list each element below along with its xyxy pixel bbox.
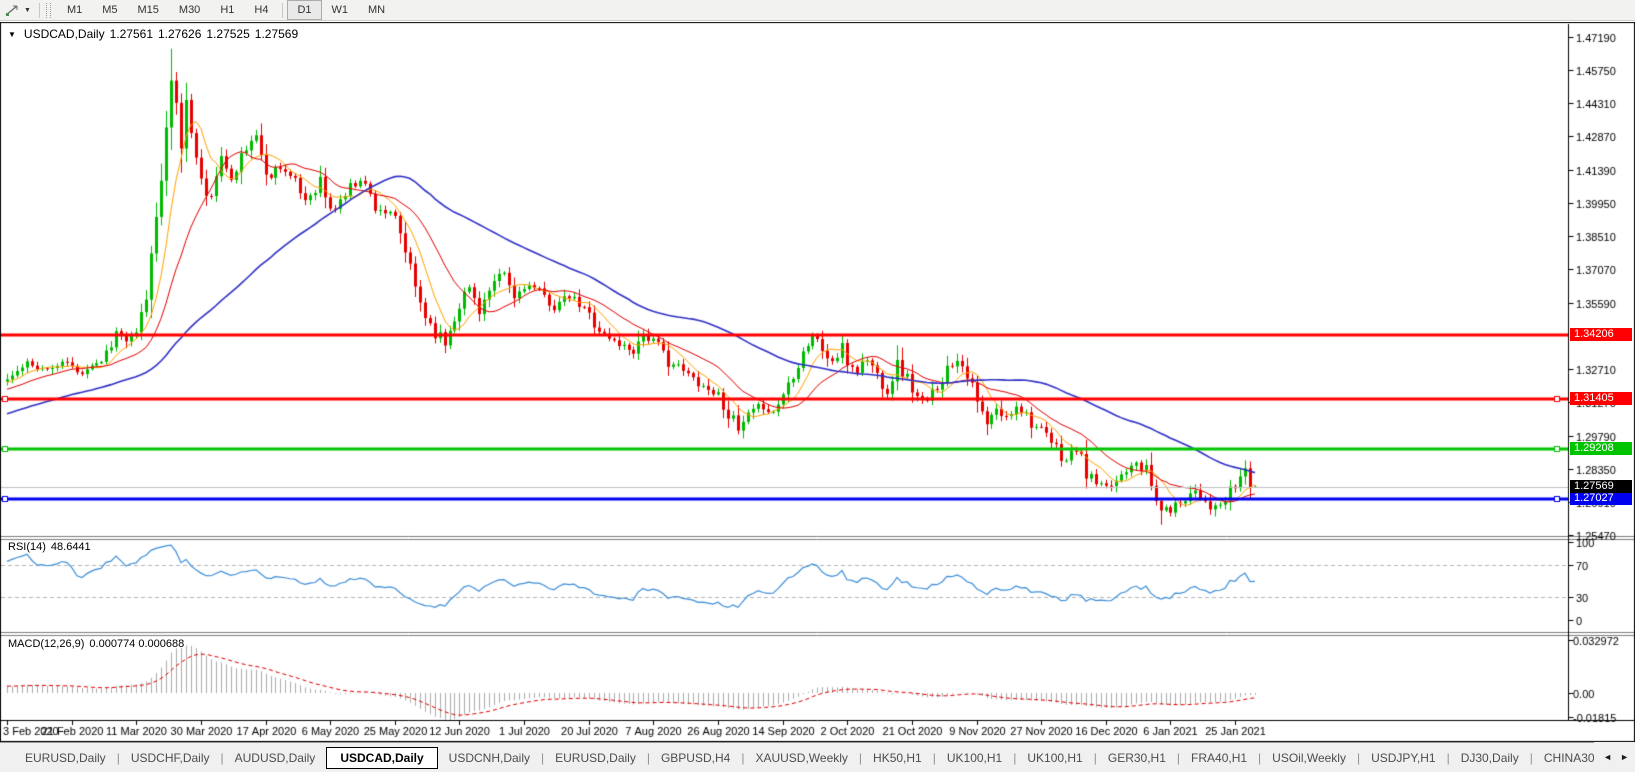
tab-usdcad-daily[interactable]: USDCAD,Daily xyxy=(326,746,438,769)
timeframe-toolbar: ▼ M1 M5 M15 M30 H1 H4 D1 W1 MN xyxy=(0,0,1635,21)
tab-xauusd-weekly[interactable]: XAUUSD,Weekly xyxy=(744,748,858,768)
toolbar-drag-grip[interactable] xyxy=(45,2,51,18)
toolbar-separator xyxy=(38,2,40,18)
rsi-value: 48.6441 xyxy=(50,541,91,553)
rsi-name: RSI(14) xyxy=(8,541,46,553)
level-price-label-1.27027: 1.27027 xyxy=(1570,492,1632,505)
tab-scroll-right-icon[interactable]: ► xyxy=(1620,752,1629,762)
symbol-tabs: EURUSD,Daily | USDCHF,Daily | AUDUSD,Daily US… xyxy=(14,746,1635,769)
timeframe-button-m30[interactable]: M30 xyxy=(169,0,210,20)
tab-scroll-left-icon[interactable]: ◄ xyxy=(1603,752,1612,762)
tab-ger30-h1[interactable]: GER30,H1 xyxy=(1097,748,1177,768)
tab-eurusd-daily[interactable]: EURUSD,Daily xyxy=(544,748,647,768)
timeframe-button-w1[interactable]: W1 xyxy=(322,0,359,20)
timeframe-button-m15[interactable]: M15 xyxy=(128,0,169,20)
tab-hk50-h1[interactable]: HK50,H1 xyxy=(862,748,933,768)
tab-gbpusd-h4[interactable]: GBPUSD,H4 xyxy=(650,748,741,768)
macd-values: 0.000774 0.000688 xyxy=(89,638,185,650)
current-price-label: 1.27569 xyxy=(1570,480,1632,493)
timeframe-button-h1[interactable]: H1 xyxy=(210,0,244,20)
macd-name: MACD(12,26,9) xyxy=(8,638,85,650)
symbol-timeframe-title: USDCAD,Daily xyxy=(23,27,105,41)
trendline-tool-icon[interactable] xyxy=(4,3,22,18)
ohlc-high: 1.27626 xyxy=(158,27,202,41)
rsi-indicator-label: RSI(14) 48.6441 xyxy=(8,541,96,553)
timeframe-button-h4[interactable]: H4 xyxy=(244,0,278,20)
timeframe-button-m5[interactable]: M5 xyxy=(92,0,127,20)
tab-usoil-weekly[interactable]: USOil,Weekly xyxy=(1261,748,1357,768)
price-chart-canvas[interactable] xyxy=(0,22,1635,742)
toolbar-separator xyxy=(282,2,284,18)
tab-usdjpy-h1[interactable]: USDJPY,H1 xyxy=(1360,748,1446,768)
level-price-label-1.29208: 1.29208 xyxy=(1570,442,1632,455)
tab-fra40-h1[interactable]: FRA40,H1 xyxy=(1180,748,1258,768)
macd-indicator-label: MACD(12,26,9) 0.000774 0.000688 xyxy=(8,638,189,650)
tab-uk100-h1[interactable]: UK100,H1 xyxy=(936,748,1013,768)
level-price-label-1.34206: 1.34206 xyxy=(1570,328,1632,341)
level-price-label-1.31405: 1.31405 xyxy=(1570,392,1632,405)
timeframe-button-m1[interactable]: M1 xyxy=(57,0,92,20)
tab-audusd-daily[interactable]: AUDUSD,Daily xyxy=(224,748,327,768)
collapse-caret-icon[interactable]: ▼ xyxy=(8,30,16,39)
tab-eurusd-daily[interactable]: EURUSD,Daily xyxy=(14,748,117,768)
trading-terminal: ▼ M1 M5 M15 M30 H1 H4 D1 W1 MN ▼ USDCAD,Daily 1.27… xyxy=(0,0,1635,772)
ohlc-close: 1.27569 xyxy=(254,27,299,41)
timeframe-buttons: M1 M5 M15 M30 H1 H4 D1 W1 MN xyxy=(57,0,395,20)
tool-dropdown-caret[interactable]: ▼ xyxy=(24,7,31,14)
ohlc-low: 1.27525 xyxy=(206,27,250,41)
ohlc-open: 1.27561 xyxy=(109,27,153,41)
tab-usdcnh-daily[interactable]: USDCNH,Daily xyxy=(438,748,541,768)
chart-symbol-header: ▼ USDCAD,Daily 1.27561 1.27626 1.27525 1.2756… xyxy=(8,27,298,41)
timeframe-button-d1[interactable]: D1 xyxy=(287,0,322,20)
tab-dj30-daily[interactable]: DJ30,Daily xyxy=(1450,748,1530,768)
symbol-tab-bar: EURUSD,Daily | USDCHF,Daily | AUDUSD,Daily US… xyxy=(0,742,1635,772)
tab-usdchf-daily[interactable]: USDCHF,Daily xyxy=(120,748,221,768)
timeframe-button-mn[interactable]: MN xyxy=(358,0,395,20)
chart-window: ▼ USDCAD,Daily 1.27561 1.27626 1.27525 1.2756… xyxy=(0,22,1635,742)
tab-uk100-h1[interactable]: UK100,H1 xyxy=(1016,748,1093,768)
tab-scroll-arrows: ◄ ► xyxy=(1594,742,1635,772)
